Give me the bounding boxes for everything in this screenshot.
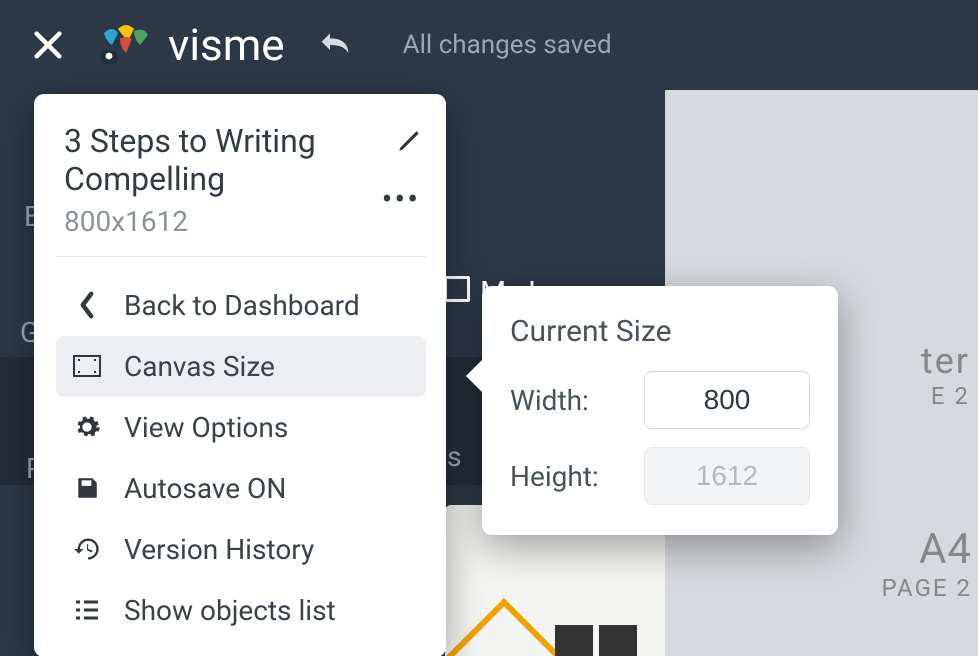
- page-marker-sub: E 2: [818, 382, 970, 410]
- project-menu-header: 3 Steps to Writing Compelling 800x1612 •…: [56, 122, 426, 257]
- menu-item-view-options[interactable]: View Options: [56, 397, 426, 458]
- project-title: 3 Steps to Writing Compelling: [64, 122, 364, 199]
- pencil-icon: [396, 128, 422, 154]
- project-dimensions: 800x1612: [64, 205, 418, 238]
- list-icon: [72, 599, 102, 621]
- height-label: Height:: [510, 460, 599, 493]
- project-menu: 3 Steps to Writing Compelling 800x1612 •…: [34, 94, 446, 656]
- menu-item-objects-list[interactable]: Show objects list: [56, 580, 426, 641]
- brand-name: visme: [168, 19, 285, 71]
- close-icon: [31, 28, 65, 62]
- menu-item-label: Canvas Size: [124, 350, 275, 383]
- menu-item-label: Show objects list: [124, 594, 336, 627]
- page-marker-a4-text: A4: [882, 525, 972, 574]
- popover-title: Current Size: [510, 314, 810, 349]
- undo-icon: [315, 25, 355, 65]
- logo-mark-icon: [96, 23, 156, 67]
- menu-item-canvas-size[interactable]: Canvas Size: [56, 336, 426, 397]
- chevron-left-icon: [72, 291, 102, 319]
- width-input[interactable]: [644, 371, 810, 429]
- menu-item-label: Back to Dashboard: [124, 289, 360, 322]
- bg-letter-s: s: [447, 440, 461, 473]
- page-marker-a4: A4 PAGE 2: [882, 525, 972, 602]
- menu-item-dashboard[interactable]: Back to Dashboard: [56, 275, 426, 336]
- page-marker-text: ter: [818, 340, 970, 382]
- menu-item-autosave[interactable]: Autosave ON: [56, 458, 426, 519]
- menu-item-version-history[interactable]: Version History: [56, 519, 426, 580]
- width-row: Width:: [510, 371, 810, 429]
- canvas-size-popover: Current Size Width: Height:: [482, 286, 838, 535]
- close-button[interactable]: [30, 27, 66, 63]
- gear-icon: [72, 413, 102, 441]
- brand-logo: visme: [96, 19, 285, 71]
- undo-button[interactable]: [315, 25, 355, 65]
- page-marker-letter: ter E 2: [818, 340, 978, 410]
- ellipsis-icon: •••: [382, 180, 420, 218]
- page-marker-a4-sub: PAGE 2: [882, 574, 972, 602]
- save-icon: [72, 475, 102, 501]
- height-row: Height:: [510, 447, 810, 505]
- menu-item-label: Version History: [124, 533, 314, 566]
- image-icon: [444, 276, 470, 302]
- height-input[interactable]: [644, 447, 810, 505]
- save-status: All changes saved: [403, 30, 612, 60]
- edit-title-button[interactable]: [396, 128, 422, 158]
- more-menu-button[interactable]: •••: [382, 180, 420, 218]
- width-label: Width:: [510, 384, 589, 417]
- canvas-size-icon: [72, 355, 102, 377]
- history-icon: [72, 535, 102, 563]
- menu-item-label: Autosave ON: [124, 472, 286, 505]
- menu-item-label: View Options: [124, 411, 288, 444]
- top-bar: visme All changes saved: [0, 0, 978, 90]
